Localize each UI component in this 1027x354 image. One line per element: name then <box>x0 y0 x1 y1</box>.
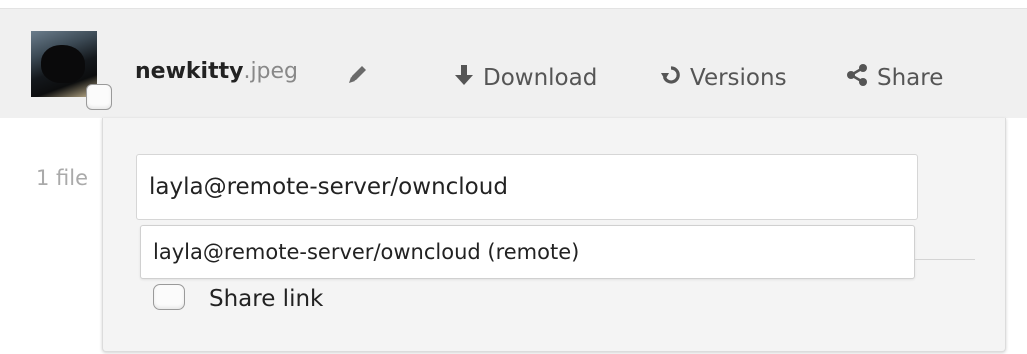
file-count-summary: 1 file <box>36 166 89 190</box>
share-button[interactable]: Share <box>845 62 943 94</box>
share-with-input[interactable] <box>136 154 918 220</box>
share-icon <box>845 63 877 93</box>
autocomplete-suggestion[interactable]: layla@remote-server/owncloud (remote) <box>140 225 915 279</box>
pencil-icon[interactable] <box>344 62 370 88</box>
download-button[interactable]: Download <box>453 62 597 94</box>
file-extension: .jpeg <box>243 59 299 84</box>
file-basename: newkitty <box>135 59 244 84</box>
file-name[interactable]: newkitty.jpeg <box>135 58 298 86</box>
share-link-checkbox[interactable] <box>153 284 185 310</box>
share-link-label[interactable]: Share link <box>209 286 323 312</box>
share-label: Share <box>877 65 944 91</box>
suggestion-label: layla@remote-server/owncloud (remote) <box>153 240 580 264</box>
versions-label: Versions <box>690 65 787 91</box>
versions-button[interactable]: Versions <box>660 62 787 94</box>
divider <box>915 259 975 260</box>
download-arrow-icon <box>453 63 483 93</box>
history-icon <box>660 64 690 92</box>
files-app: newkitty.jpeg Download Versions Share 1 … <box>0 0 1027 354</box>
download-label: Download <box>483 65 598 91</box>
file-select-checkbox[interactable] <box>86 84 112 110</box>
